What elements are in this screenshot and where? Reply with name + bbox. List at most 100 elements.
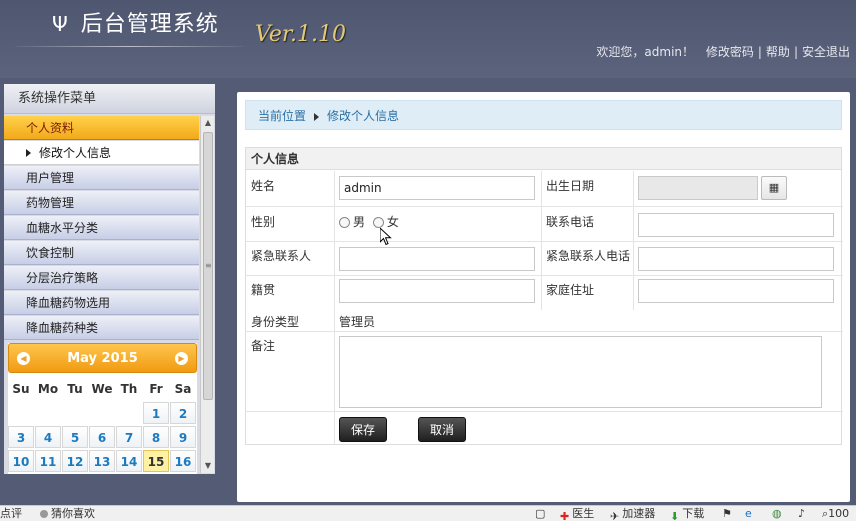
calendar-weekday: We <box>91 382 113 396</box>
sidebar-title: 系统操作菜单 <box>4 84 215 114</box>
calendar-day[interactable]: 14 <box>116 450 142 472</box>
address-input[interactable] <box>638 279 834 303</box>
main-panel: 当前位置 修改个人信息 个人信息 姓名 admin 出生日期 ▦ 性别 男 女 联… <box>237 92 850 502</box>
status-accelerator[interactable]: ✈ 加速器 <box>610 506 655 521</box>
calendar-empty-cell <box>116 402 142 426</box>
male-label: 男 <box>353 215 366 229</box>
app-logo: Ψ 后台管理系统 <box>52 6 219 38</box>
sidebar-item-glucose-levels[interactable]: 血糖水平分类 <box>4 216 199 240</box>
calendar-weekday: Th <box>120 382 138 396</box>
birth-label: 出生日期 <box>546 179 595 193</box>
calendar-day[interactable]: 15 <box>143 450 169 472</box>
scroll-down-icon[interactable]: ▼ <box>201 459 215 473</box>
window-icon[interactable]: ▢ <box>535 506 545 521</box>
calendar-weekday: Sa <box>174 382 192 396</box>
logo-icon: Ψ <box>52 12 69 36</box>
calendar-day[interactable]: 3 <box>8 426 34 448</box>
welcome-text: 欢迎您，admin！ <box>596 45 695 59</box>
calendar-empty-cell <box>89 402 115 426</box>
phone-label: 联系电话 <box>546 215 595 229</box>
globe-icon[interactable]: ◍ <box>772 506 782 521</box>
status-zoom[interactable]: ⌕100 <box>822 506 849 521</box>
calendar-day[interactable]: 8 <box>143 426 169 448</box>
calendar-empty-cell <box>62 402 88 426</box>
male-radio[interactable] <box>339 217 350 228</box>
help-link[interactable]: 帮助 <box>766 45 790 59</box>
status-zoom-label: 100 <box>828 507 850 520</box>
scroll-thumb[interactable]: ≡ <box>203 132 213 400</box>
ie-icon[interactable]: e <box>745 506 752 521</box>
breadcrumb-current: 修改个人信息 <box>327 109 400 123</box>
status-bar: 点评 猜你喜欢 ▢ ✚ 医生 ✈ 加速器 ⬇ 下载 ⚑ e ◍ ♪ ⌕100 <box>0 505 856 521</box>
volume-icon[interactable]: ♪ <box>798 506 805 521</box>
prev-month-icon[interactable]: ◀ <box>17 352 30 365</box>
calendar-empty-cell <box>35 402 61 426</box>
form-title: 个人信息 <box>246 148 841 170</box>
sidebar-scrollbar[interactable]: ▲ ≡ ▼ <box>200 116 214 473</box>
calendar-day[interactable]: 1 <box>143 402 169 424</box>
cancel-button[interactable]: 取消 <box>418 417 467 442</box>
id-type-label: 身份类型 <box>251 315 300 329</box>
sidebar-menu: 个人资料 修改个人信息 用户管理 药物管理 血糖水平分类 饮食控制 分层治疗策略… <box>4 116 199 341</box>
birth-date-input[interactable] <box>638 176 758 200</box>
calendar-week-row: 10 11 12 13 14 15 16 <box>8 450 197 474</box>
emergency-phone-input[interactable] <box>638 247 834 271</box>
female-radio[interactable] <box>372 217 384 228</box>
female-label: 女 <box>386 215 399 229</box>
calendar-day[interactable]: 10 <box>8 450 34 472</box>
circle-icon <box>40 510 48 518</box>
sidebar-item-drug-types[interactable]: 降血糖药种类 <box>4 316 199 340</box>
rocket-icon: ✈ <box>610 509 620 521</box>
download-icon: ⬇ <box>670 509 680 521</box>
sidebar-item-drugs[interactable]: 药物管理 <box>4 191 199 215</box>
calendar-day[interactable]: 16 <box>170 450 196 472</box>
name-input[interactable]: admin <box>339 176 535 200</box>
status-download-label: 下载 <box>682 507 705 520</box>
profile-form: 个人信息 姓名 admin 出生日期 ▦ 性别 男 女 联系电话 紧急联系人 紧… <box>245 147 843 445</box>
change-password-link[interactable]: 修改密码 <box>706 45 754 59</box>
emergency-contact-input[interactable] <box>339 247 535 271</box>
sidebar-item-edit-profile[interactable]: 修改个人信息 <box>4 141 199 165</box>
status-accelerator-label: 加速器 <box>622 507 656 520</box>
form-row: 籍贯 家庭住址 <box>246 276 843 310</box>
sidebar-item-profile[interactable]: 个人资料 <box>4 116 199 140</box>
emergency-phone-label: 紧急联系人电话 <box>546 249 631 263</box>
calendar-weekday: Fr <box>149 382 163 396</box>
calendar-header: ◀ May 2015 ▶ <box>8 343 197 373</box>
status-doctor[interactable]: ✚ 医生 <box>560 506 594 521</box>
sidebar-item-users[interactable]: 用户管理 <box>4 166 199 190</box>
top-links: 欢迎您，admin！ 修改密码 | 帮助 | 安全退出 <box>596 45 850 59</box>
memo-label: 备注 <box>251 339 276 353</box>
calendar-day[interactable]: 2 <box>170 402 196 424</box>
calendar-day[interactable]: 9 <box>170 426 196 448</box>
calendar-day[interactable]: 7 <box>116 426 142 448</box>
calendar-day[interactable]: 5 <box>62 426 88 448</box>
native-place-input[interactable] <box>339 279 535 303</box>
calendar-empty-cell <box>8 402 34 426</box>
calendar-day[interactable]: 6 <box>89 426 115 448</box>
calendar-week-row: 3456789 <box>8 426 197 450</box>
calendar-icon[interactable]: ▦ <box>761 176 787 200</box>
calendar-day[interactable]: 12 <box>62 450 88 472</box>
calendar-day[interactable]: 13 <box>89 450 115 472</box>
native-place-label: 籍贯 <box>251 283 276 297</box>
save-button[interactable]: 保存 <box>339 417 388 442</box>
next-month-icon[interactable]: ▶ <box>175 352 188 365</box>
memo-textarea[interactable] <box>339 336 822 408</box>
sidebar-item-drug-selection[interactable]: 降血糖药物选用 <box>4 291 199 315</box>
logout-link[interactable]: 安全退出 <box>802 45 850 59</box>
status-download[interactable]: ⬇ 下载 <box>670 506 704 521</box>
scroll-up-icon[interactable]: ▲ <box>201 116 215 130</box>
sidebar-item-diet[interactable]: 饮食控制 <box>4 241 199 265</box>
gender-label: 性别 <box>251 215 276 229</box>
status-review[interactable]: 点评 <box>0 506 22 521</box>
flag-icon[interactable]: ⚑ <box>722 506 732 521</box>
calendar-day[interactable]: 4 <box>35 426 61 448</box>
phone-input[interactable] <box>638 213 834 237</box>
calendar-day[interactable]: 11 <box>35 450 61 472</box>
calendar-grid: Su Mo Tu We Th Fr Sa 1 2 3 4 5 6 7 8 9 10 11 12 13 14 15 16 <box>8 378 197 474</box>
status-guess-like[interactable]: 猜你喜欢 <box>40 506 95 521</box>
sidebar-item-treatment[interactable]: 分层治疗策略 <box>4 266 199 290</box>
status-guess-like-label: 猜你喜欢 <box>51 507 95 520</box>
version-label: Ver.1.10 <box>255 22 346 47</box>
